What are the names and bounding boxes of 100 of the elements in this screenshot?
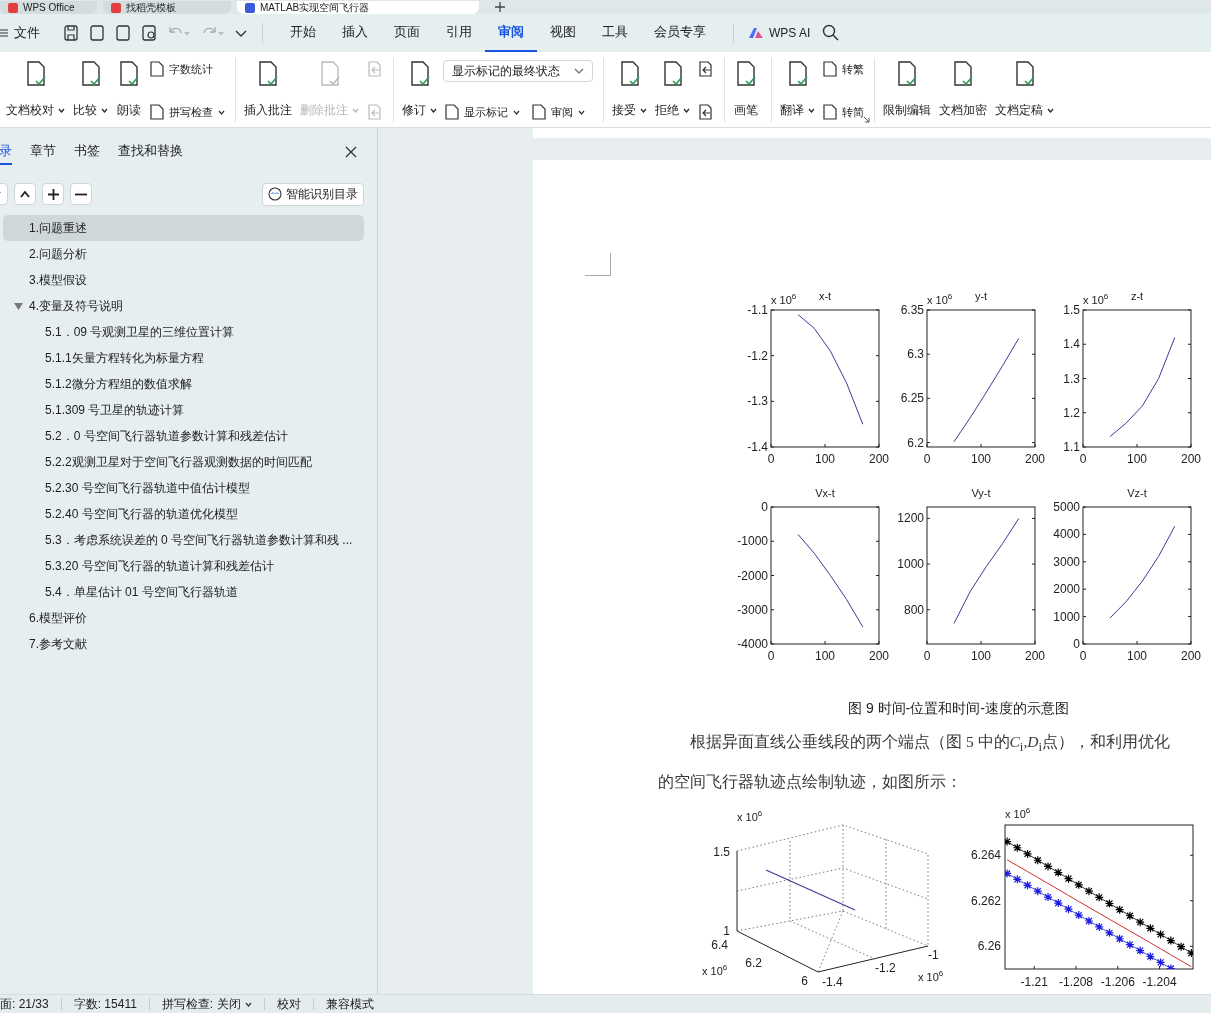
axis-multiplier: x 10$^{6}$: [1005, 806, 1031, 821]
ribbon-button[interactable]: 转简: [821, 103, 864, 121]
ribbon-tab[interactable]: 工具: [589, 14, 641, 52]
tick-label: 0: [767, 649, 775, 663]
panel-tab[interactable]: 录: [0, 139, 12, 165]
ribbon-button[interactable]: 翻译: [778, 58, 817, 123]
panel-tab[interactable]: 书签: [74, 139, 100, 165]
axis-multiplier: x 10$^{6}$: [1083, 292, 1109, 306]
ribbon-button[interactable]: 文档加密: [937, 58, 989, 123]
star-marker: [1043, 892, 1053, 902]
outline-item[interactable]: 5.1．09 号观测卫星的三维位置计算: [3, 319, 364, 345]
save-icon[interactable]: [62, 24, 80, 42]
smart-toc-button[interactable]: 智能识别目录: [262, 182, 364, 206]
outline-item[interactable]: 5.3．考虑系统误差的 0 号空间飞行器轨道参数计算和残 ...: [3, 527, 364, 553]
ribbon-tab[interactable]: 视图: [537, 14, 589, 52]
outline-item[interactable]: 1.问题重述: [3, 215, 364, 241]
ribbon-tab[interactable]: 开始: [277, 14, 329, 52]
new-tab-icon[interactable]: [495, 2, 505, 12]
ai-button[interactable]: WPS AI: [748, 26, 811, 40]
add-button[interactable]: [42, 183, 64, 205]
outline-item[interactable]: 6.模型评价: [3, 605, 364, 631]
file-menu[interactable]: 文件: [0, 24, 40, 42]
ribbon-button[interactable]: 比较: [71, 58, 110, 123]
ribbon-tab[interactable]: 引用: [433, 14, 485, 52]
axis-multiplier: x 10$^{6}$: [918, 969, 944, 984]
ribbon-button[interactable]: 拼写检查: [148, 103, 225, 121]
ribbon-button[interactable]: 显示标记: [443, 103, 520, 121]
arrow-document-icon[interactable]: [696, 103, 714, 121]
ribbon-button[interactable]: 转繁: [821, 60, 864, 78]
arrow-document-icon[interactable]: [696, 60, 714, 78]
outline-item[interactable]: 5.1.2微分方程组的数值求解: [3, 371, 364, 397]
ribbon-button[interactable]: 修订: [400, 58, 439, 123]
ribbon-tab[interactable]: 插入: [329, 14, 381, 52]
status-item[interactable]: 校对: [264, 995, 313, 1013]
status-item[interactable]: 拼写检查: 关闭: [149, 995, 264, 1013]
ribbon-button[interactable]: 限制编辑: [881, 58, 933, 123]
print-preview-icon[interactable]: [140, 24, 158, 42]
markup-dropdown[interactable]: 显示标记的最终状态: [443, 60, 593, 82]
tick-label: 4000: [1053, 527, 1080, 542]
outline-item[interactable]: 3.模型假设: [3, 267, 364, 293]
tick-label: 200: [1181, 452, 1201, 466]
tick-label: -1.3: [747, 394, 768, 409]
outline-item[interactable]: 5.1.309 号卫星的轨迹计算: [3, 397, 364, 423]
close-icon[interactable]: [345, 146, 357, 158]
star-marker: [1166, 936, 1176, 946]
outline-item[interactable]: 5.2.30 号空间飞行器轨道中值估计模型: [3, 475, 364, 501]
ribbon-button[interactable]: 画笔: [731, 58, 761, 123]
ribbon-button[interactable]: 文档校对: [4, 58, 67, 123]
tick-label: -1.2: [875, 961, 896, 976]
outline-item[interactable]: 2.问题分析: [3, 241, 364, 267]
star-marker: [1125, 911, 1135, 921]
outline-item[interactable]: 5.4．单星估计 01 号空间飞行器轨道: [3, 579, 364, 605]
ribbon-button[interactable]: 朗读: [114, 58, 144, 123]
status-item[interactable]: 字数: 15411: [61, 995, 149, 1013]
tick-label: 200: [1181, 649, 1201, 663]
tick-label: 200: [1025, 649, 1045, 663]
outline-item[interactable]: 7.参考文献: [3, 631, 364, 657]
tick-label: 800: [903, 602, 924, 617]
move-up-button[interactable]: [14, 183, 36, 205]
figure-caption: 图 9 时间-位置和时间-速度的示意图: [848, 700, 1070, 718]
star-marker: [1125, 940, 1135, 950]
dialog-launcher-icon[interactable]: [863, 116, 870, 123]
browser-tab[interactable]: 找稻壳模板: [103, 1, 231, 14]
tick-label: 1.5: [1063, 303, 1080, 317]
outline-item[interactable]: 5.3.20 号空间飞行器的轨道计算和残差估计: [3, 553, 364, 579]
search-icon[interactable]: [822, 24, 841, 42]
outline-item[interactable]: 5.2．0 号空间飞行器轨道参数计算和残差估计: [3, 423, 364, 449]
browser-tab[interactable]: MATLAB实现空间飞行器: [237, 1, 479, 14]
panel-tab[interactable]: 查找和替换: [118, 139, 183, 165]
status-item[interactable]: 兼容模式: [313, 995, 386, 1013]
ribbon-tab[interactable]: 会员专享: [641, 14, 719, 52]
outline-item[interactable]: 5.2.40 号空间飞行器的轨道优化模型: [3, 501, 364, 527]
chevron-down-icon: [574, 68, 584, 74]
menu-icon: [0, 28, 8, 38]
ribbon-button[interactable]: 插入批注: [242, 58, 294, 123]
star-marker: [1074, 880, 1084, 890]
outline-item[interactable]: 5.2.2观测卫星对于空间飞行器观测数据的时间匹配: [3, 449, 364, 475]
tick-label: -1.206: [1100, 975, 1135, 990]
tick-label: -1.4: [747, 440, 768, 454]
status-item[interactable]: 面: 21/33: [0, 995, 61, 1013]
tick-label: 6.2: [907, 435, 924, 450]
ribbon-tab[interactable]: 页面: [381, 14, 433, 52]
panel-tab[interactable]: 章节: [30, 139, 56, 165]
expand-arrow-icon[interactable]: [14, 303, 23, 310]
tick-label: 6.35: [900, 303, 924, 317]
star-marker: [1012, 843, 1022, 853]
ribbon-button[interactable]: 文档定稿: [993, 58, 1056, 123]
chart-title: x-t: [818, 290, 832, 302]
tick-label: 1000: [897, 557, 924, 572]
ribbon-button[interactable]: 接受: [610, 58, 649, 123]
ribbon-button[interactable]: 字数统计: [148, 60, 225, 78]
ribbon-button[interactable]: 审阅: [530, 103, 585, 121]
tick-label: 1000: [1053, 609, 1080, 624]
ribbon-button[interactable]: 拒绝: [653, 58, 692, 123]
remove-button[interactable]: [70, 183, 92, 205]
outline-item[interactable]: 4.变量及符号说明: [3, 293, 364, 319]
browser-tab[interactable]: WPS Office: [0, 1, 97, 14]
outline-item[interactable]: 5.1.1矢量方程转化为标量方程: [3, 345, 364, 371]
tick-label: 100: [971, 649, 991, 663]
chart-title: y-t: [974, 290, 988, 302]
